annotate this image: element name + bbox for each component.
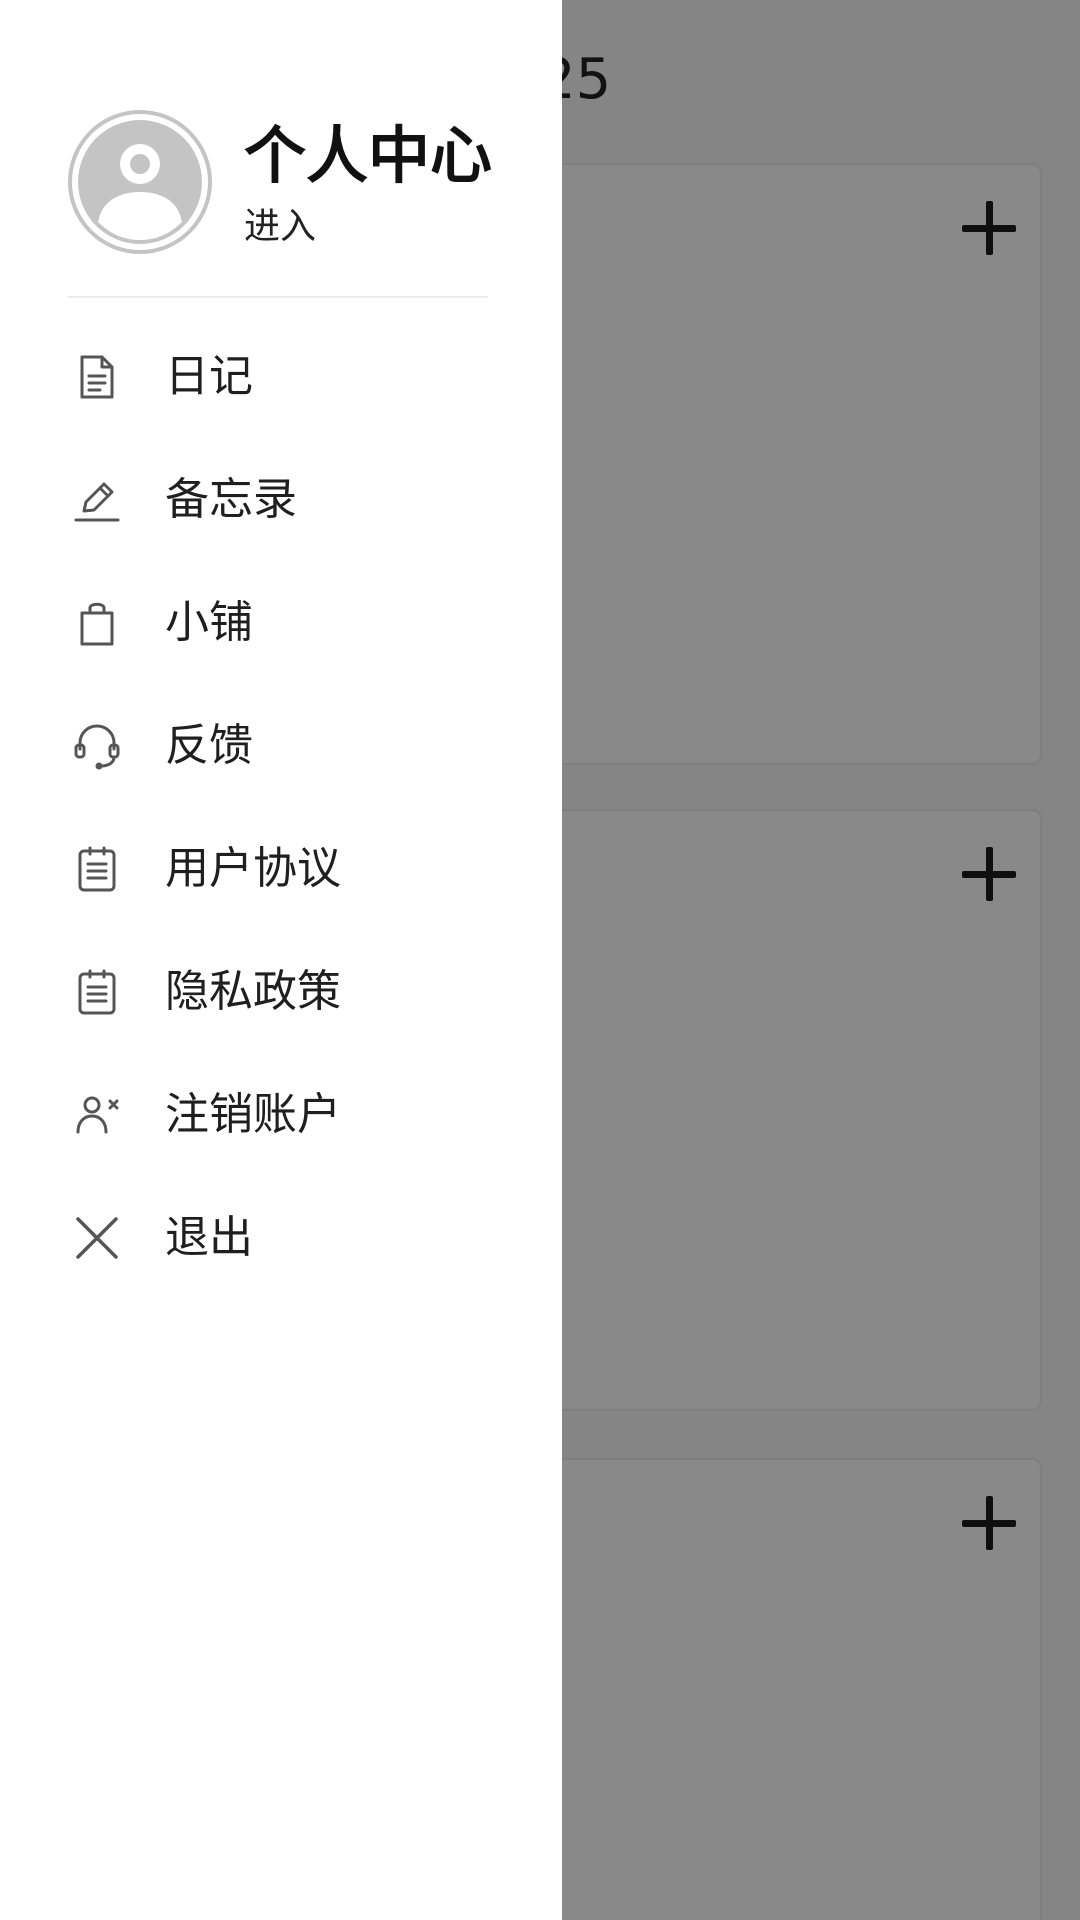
menu-item-user-agreement[interactable]: 用户协议	[0, 806, 562, 929]
clipboard-list-icon	[72, 844, 122, 894]
menu-item-label: 退出	[165, 1212, 253, 1263]
menu-item-shop[interactable]: 小铺	[0, 560, 562, 683]
menu-item-label: 注销账户	[165, 1089, 341, 1140]
menu-item-label: 日记	[165, 351, 253, 402]
profile-enter-link[interactable]: 进入	[244, 204, 316, 250]
menu-item-label: 隐私政策	[165, 966, 341, 1017]
profile-header[interactable]: 个人中心 进入	[68, 108, 498, 258]
divider	[68, 296, 488, 298]
menu-item-memo[interactable]: 备忘录	[0, 437, 562, 560]
menu-item-delete-account[interactable]: 注销账户	[0, 1052, 562, 1175]
user-remove-icon	[72, 1090, 122, 1140]
menu-item-label: 备忘录	[165, 474, 297, 525]
menu-item-privacy-policy[interactable]: 隐私政策	[0, 929, 562, 1052]
menu-item-feedback[interactable]: 反馈	[0, 683, 562, 806]
user-avatar-icon	[68, 110, 212, 254]
menu-item-label: 小铺	[165, 597, 253, 648]
menu-item-label: 反馈	[165, 720, 253, 771]
clipboard-list-icon	[72, 967, 122, 1017]
drawer-menu: 日记 备忘录 小铺 反馈 用户协议 隐私政策 注销账户 退出	[0, 314, 562, 1298]
menu-item-diary[interactable]: 日记	[0, 314, 562, 437]
profile-title: 个人中心	[244, 119, 493, 192]
pencil-icon	[72, 475, 122, 525]
document-icon	[72, 352, 122, 402]
menu-item-logout[interactable]: 退出	[0, 1175, 562, 1298]
close-icon	[72, 1213, 122, 1263]
navigation-drawer: 个人中心 进入 日记 备忘录 小铺 反馈 用户协议 隐私政策 注销账户 退出	[0, 0, 562, 1920]
shopping-bag-icon	[72, 598, 122, 648]
menu-item-label: 用户协议	[165, 843, 341, 894]
headset-icon	[72, 721, 122, 771]
avatar	[68, 110, 212, 254]
